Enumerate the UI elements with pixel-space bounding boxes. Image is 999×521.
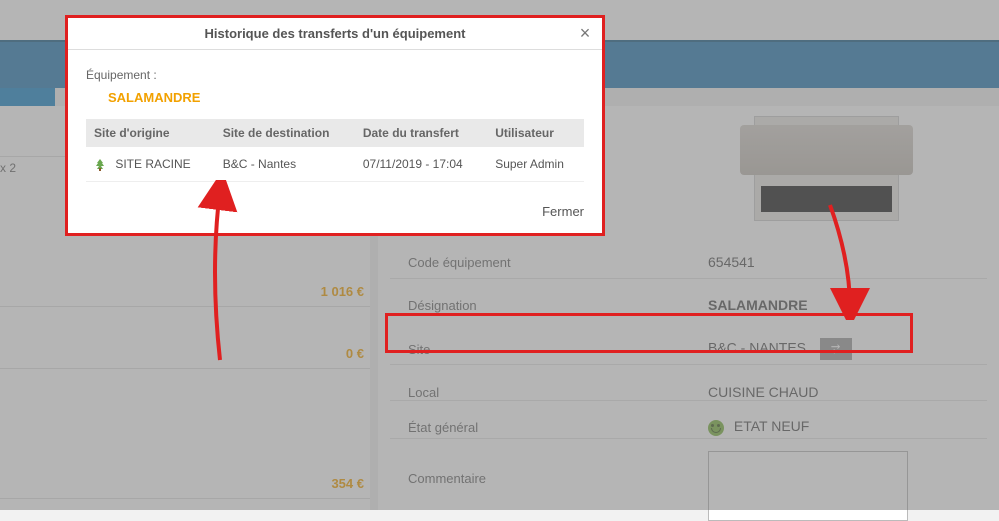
modal-close-button[interactable]: ×	[576, 24, 594, 42]
table-row: SITE RACINE B&C - Nantes 07/11/2019 - 17…	[86, 147, 584, 182]
modal-footer: Fermer	[68, 192, 602, 233]
cell-destination: B&C - Nantes	[215, 147, 355, 182]
close-button[interactable]: Fermer	[542, 204, 584, 219]
table-header-row: Site d'origine Site de destination Date …	[86, 119, 584, 147]
equipment-name: SALAMANDRE	[108, 90, 584, 105]
history-table: Site d'origine Site de destination Date …	[86, 119, 584, 182]
cell-origin-text: SITE RACINE	[115, 157, 190, 171]
col-destination: Site de destination	[215, 119, 355, 147]
col-origin: Site d'origine	[86, 119, 215, 147]
close-icon: ×	[580, 23, 591, 43]
col-date: Date du transfert	[355, 119, 487, 147]
modal-header: Historique des transferts d'un équipemen…	[68, 18, 602, 50]
cell-date: 07/11/2019 - 17:04	[355, 147, 487, 182]
cell-origin: SITE RACINE	[86, 147, 215, 182]
modal-title: Historique des transferts d'un équipemen…	[205, 26, 466, 41]
cell-user: Super Admin	[487, 147, 584, 182]
modal-body: Équipement : SALAMANDRE Site d'origine S…	[68, 50, 602, 192]
col-user: Utilisateur	[487, 119, 584, 147]
equipment-label: Équipement :	[86, 68, 584, 82]
tree-icon	[94, 159, 106, 171]
transfer-history-modal: Historique des transferts d'un équipemen…	[65, 15, 605, 236]
